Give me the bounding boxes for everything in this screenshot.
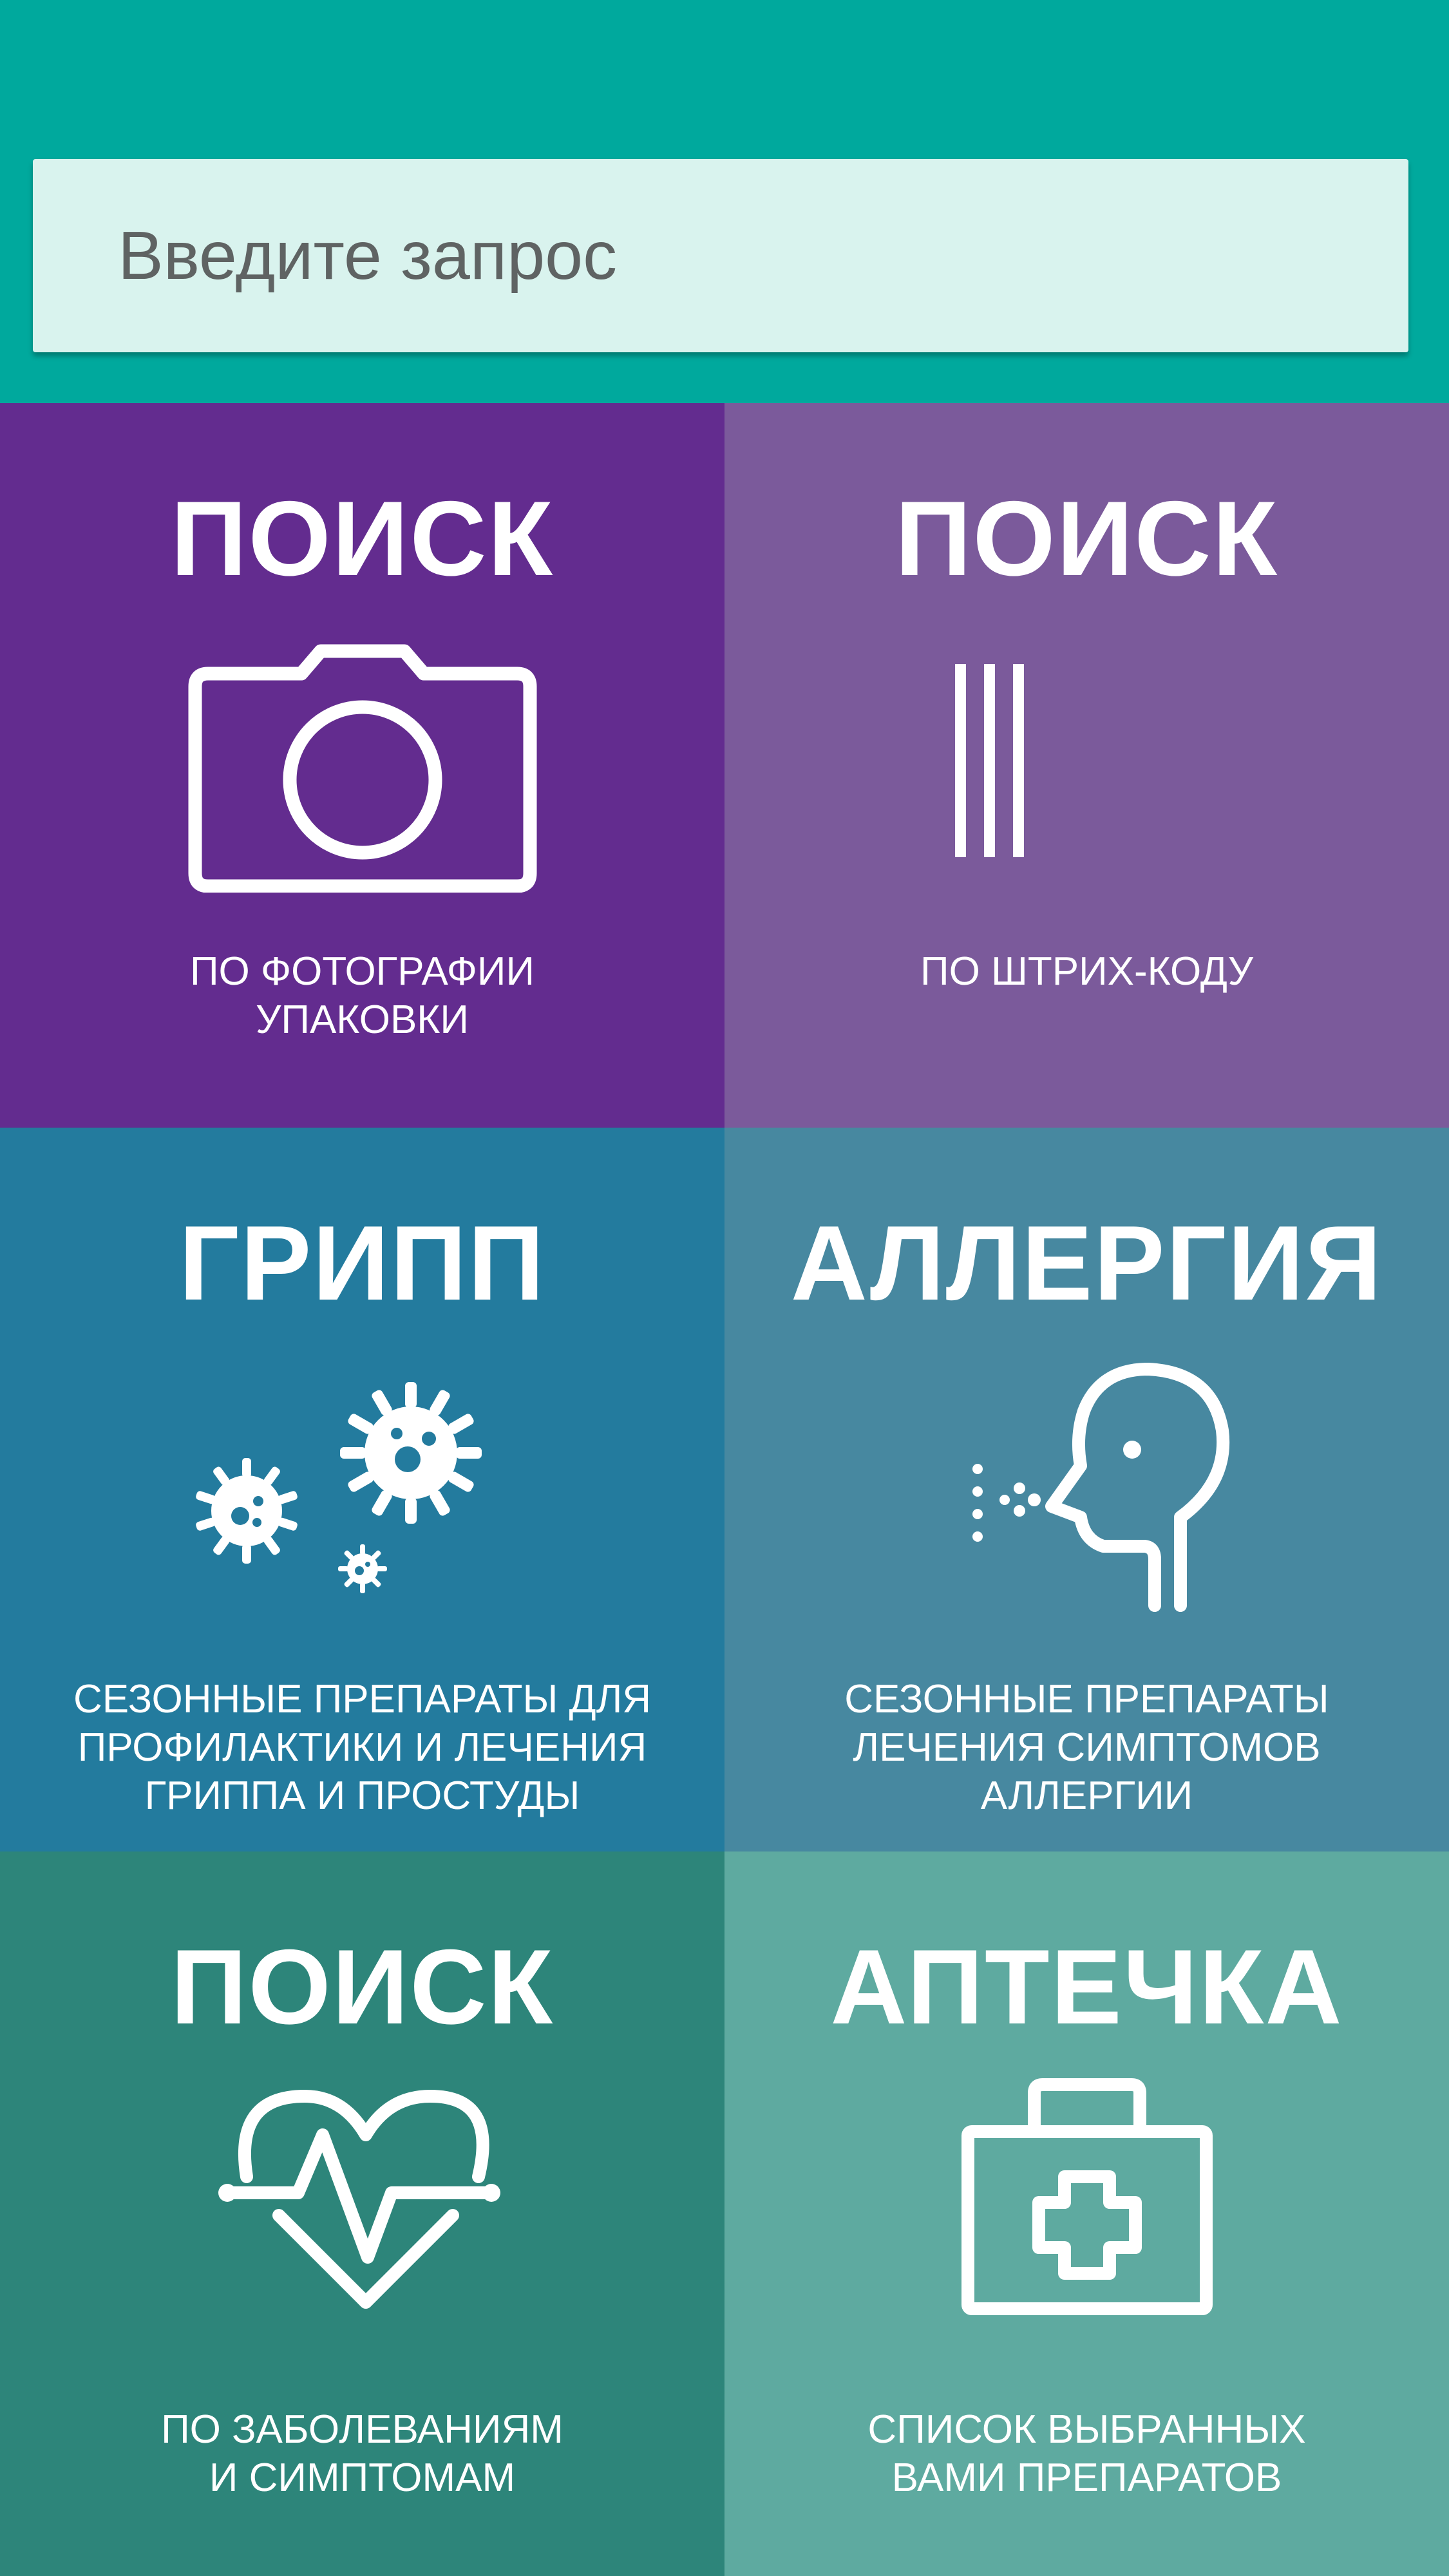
search-box[interactable] xyxy=(33,159,1408,352)
tile-title: ПОИСК xyxy=(170,479,554,598)
tile-title: АПТЕЧКА xyxy=(830,1927,1343,2046)
disease-search-tile[interactable]: ПОИСК ПО ЗАБОЛЕВАНИЯМ И СИМПТОМАМ xyxy=(0,1852,724,2576)
allergy-tile[interactable]: АЛЛЕРГИЯ СЕЗОННЫЕ ПРЕПАРАТЫ ЛЕЧЕНИЯ СИМП… xyxy=(724,1128,1449,1852)
virus-icon xyxy=(0,1359,724,1643)
tile-description: ПО ФОТОГРАФИИ УПАКОВКИ xyxy=(189,949,535,1042)
tile-title: АЛЛЕРГИЯ xyxy=(790,1204,1383,1322)
barcode-search-tile[interactable]: ПОИСК ПО ШТРИХ-КОДУ xyxy=(724,403,1449,1128)
flu-tile[interactable]: ГРИПП СЕЗОННЫЕ ПРЕПАРАТЫ ДЛЯ ПРОФИЛАКТИК… xyxy=(0,1128,724,1852)
photo-search-tile[interactable]: ПОИСК ПО ФОТОГРАФИИ УПАКОВКИ xyxy=(0,403,724,1128)
tile-description: ПО ШТРИХ-КОДУ xyxy=(920,949,1253,994)
sneezing-head-icon xyxy=(724,1359,1449,1643)
tile-title: ПОИСК xyxy=(895,479,1279,598)
first-aid-kit-tile[interactable]: АПТЕЧКА СПИСОК ВЫБРАННЫХ ВАМИ ПРЕПАРАТОВ xyxy=(724,1852,1449,2576)
tile-title: ПОИСК xyxy=(170,1927,554,2046)
first-aid-kit-icon xyxy=(724,2078,1449,2367)
tile-description: СЕЗОННЫЕ ПРЕПАРАТЫ ДЛЯ ПРОФИЛАКТИКИ И ЛЕ… xyxy=(73,1677,652,1818)
header-bar xyxy=(0,0,1449,403)
tile-description: ПО ЗАБОЛЕВАНИЯМ И СИМПТОМАМ xyxy=(161,2407,564,2500)
tile-description: СЕЗОННЫЕ ПРЕПАРАТЫ ЛЕЧЕНИЯ СИМПТОМОВ АЛЛ… xyxy=(844,1677,1329,1818)
barcode-icon xyxy=(724,635,1449,918)
search-input[interactable] xyxy=(117,216,1408,296)
menu-grid: ПОИСК ПО ФОТОГРАФИИ УПАКОВКИ ПОИСК ПО ШТ… xyxy=(0,403,1449,2576)
camera-icon xyxy=(0,635,724,918)
tile-title: ГРИПП xyxy=(178,1204,546,1322)
heartbeat-icon xyxy=(0,2083,724,2367)
tile-description: СПИСОК ВЫБРАННЫХ ВАМИ ПРЕПАРАТОВ xyxy=(867,2407,1306,2500)
